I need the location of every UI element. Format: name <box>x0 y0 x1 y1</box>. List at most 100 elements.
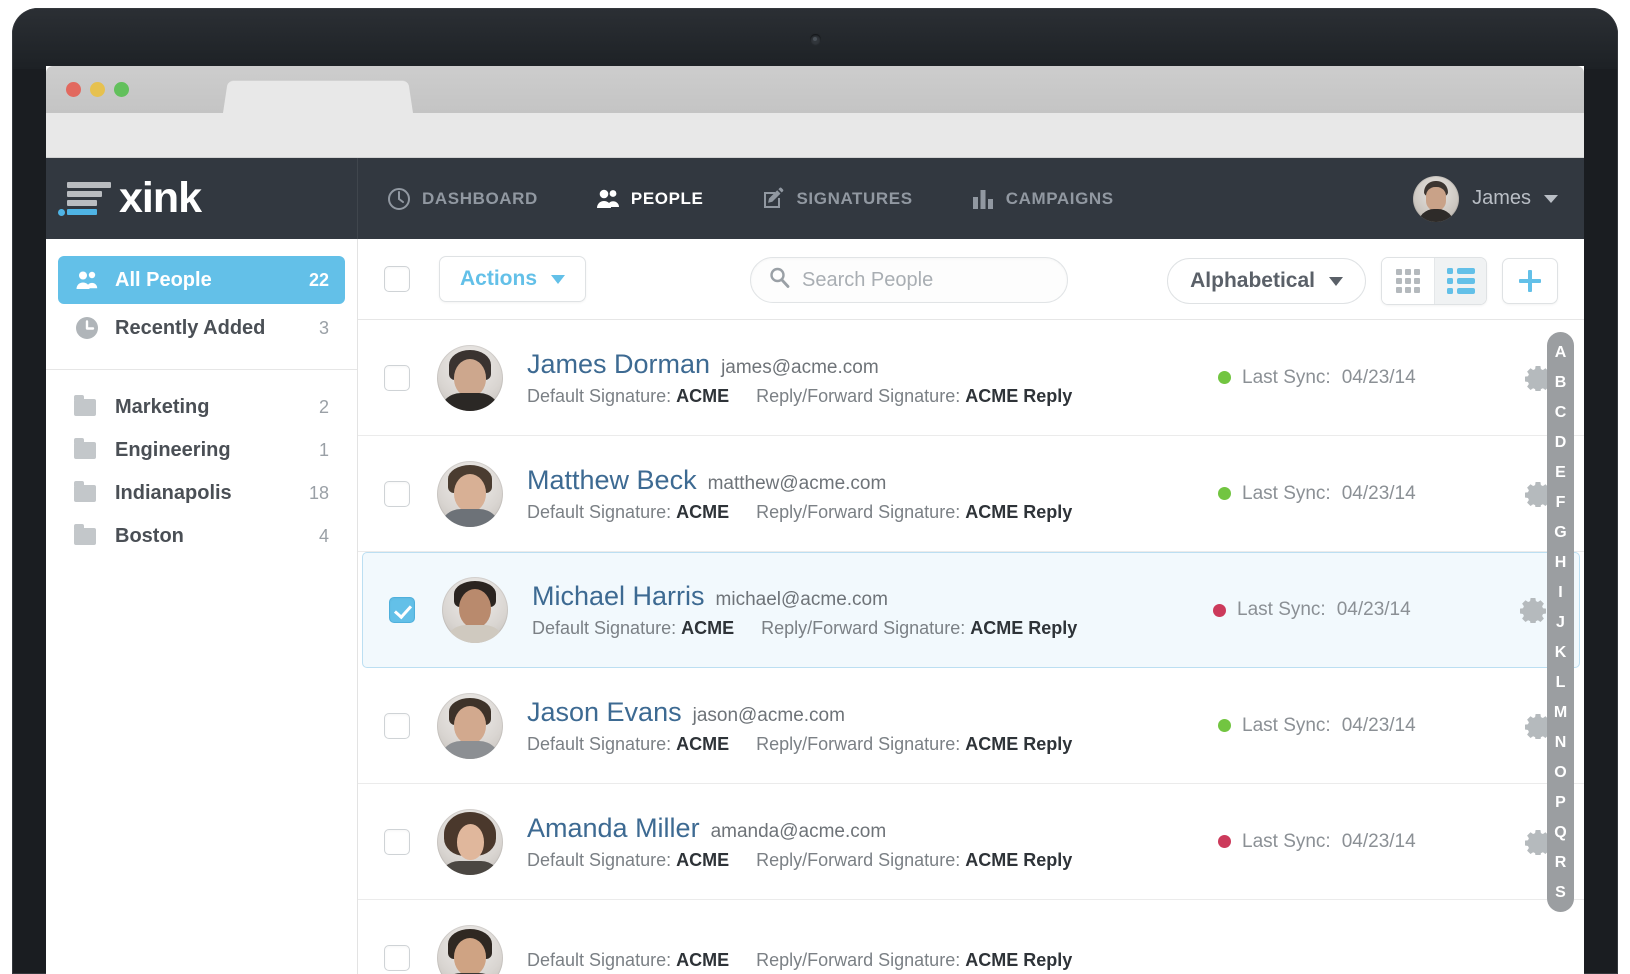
alpha-letter-s[interactable]: S <box>1555 878 1566 908</box>
actions-label: Actions <box>460 267 538 290</box>
sort-dropdown[interactable]: Alphabetical <box>1167 258 1366 304</box>
last-sync-value: 04/23/14 <box>1341 830 1416 852</box>
default-signature-field: Default Signature: ACME <box>527 734 729 755</box>
person-name: Amanda Miller <box>527 812 700 843</box>
row-checkbox[interactable] <box>384 944 410 971</box>
row-checkbox[interactable] <box>384 480 410 507</box>
last-sync-label: Last Sync: <box>1237 599 1326 620</box>
minimize-window-button[interactable] <box>90 82 105 97</box>
default-signature-field: Default Signature: ACME <box>527 850 729 871</box>
alpha-letter-q[interactable]: Q <box>1554 818 1566 848</box>
maximize-window-button[interactable] <box>114 82 129 97</box>
table-row[interactable]: Matthew Beck matthew@acme.com Default Si… <box>358 436 1584 552</box>
folder-icon <box>74 438 100 459</box>
row-checkbox[interactable] <box>384 828 410 855</box>
nav-label-campaigns: CAMPAIGNS <box>1005 188 1114 208</box>
folder-icon <box>74 395 100 416</box>
pencil-square-icon <box>761 187 785 211</box>
alpha-letter-l[interactable]: L <box>1556 668 1566 698</box>
status-dot-icon <box>1218 835 1231 848</box>
default-signature-value: ACME <box>681 618 735 638</box>
user-name: James <box>1472 187 1531 209</box>
browser-tab[interactable] <box>223 80 413 113</box>
alphabet-scrollbar[interactable]: A B C D E F G H I J K L M N O P Q R S <box>1547 332 1574 912</box>
alpha-letter-p[interactable]: P <box>1555 788 1566 818</box>
reply-signature-label: Reply/Forward Signature: <box>756 733 961 754</box>
nav-item-people[interactable]: PEOPLE <box>567 158 733 239</box>
default-signature-label: Default Signature: <box>532 618 677 638</box>
alpha-letter-k[interactable]: K <box>1555 638 1567 668</box>
people-list: James Dorman james@acme.com Default Sign… <box>358 320 1584 974</box>
grid-view-button[interactable] <box>1382 258 1434 304</box>
select-all-checkbox[interactable] <box>384 266 410 292</box>
row-checkbox[interactable] <box>384 364 410 391</box>
brand-logo[interactable]: xink <box>46 158 358 239</box>
person-name: James Dorman <box>527 348 711 379</box>
reply-signature-label: Reply/Forward Signature: <box>756 849 961 870</box>
view-controls: Alphabetical <box>1167 257 1558 305</box>
user-menu[interactable]: James <box>1413 158 1558 239</box>
table-row[interactable]: James Dorman james@acme.com Default Sign… <box>358 320 1584 436</box>
alpha-letter-f[interactable]: F <box>1556 488 1566 518</box>
list-toolbar: Actions Alphabetical <box>358 239 1584 320</box>
reply-signature-field: Reply/Forward Signature: ACME Reply <box>756 386 1072 407</box>
alpha-letter-c[interactable]: C <box>1555 398 1567 428</box>
plus-icon <box>1519 270 1541 292</box>
alpha-letter-h[interactable]: H <box>1555 548 1567 578</box>
sidebar-folder-boston[interactable]: Boston 4 <box>58 515 345 558</box>
alpha-letter-m[interactable]: M <box>1554 698 1567 728</box>
table-row[interactable]: Jason Evans jason@acme.com Default Signa… <box>358 668 1584 784</box>
default-signature-field: Default Signature: ACME <box>532 618 734 639</box>
nav-item-dashboard[interactable]: DASHBOARD <box>358 158 567 239</box>
table-row[interactable]: Default Signature: ACME Reply/Forward Si… <box>358 900 1584 974</box>
add-person-button[interactable] <box>1502 258 1558 304</box>
alpha-letter-b[interactable]: B <box>1555 368 1567 398</box>
table-row[interactable]: Amanda Miller amanda@acme.com Default Si… <box>358 784 1584 900</box>
alpha-letter-r[interactable]: R <box>1555 848 1567 878</box>
person-info: Matthew Beck matthew@acme.com Default Si… <box>527 465 1208 523</box>
nav-item-campaigns[interactable]: CAMPAIGNS <box>942 158 1143 239</box>
alpha-letter-n[interactable]: N <box>1555 728 1567 758</box>
person-info: Amanda Miller amanda@acme.com Default Si… <box>527 813 1208 871</box>
status-badge: Last Sync: 04/23/14 <box>1213 599 1513 621</box>
list-view-button[interactable] <box>1434 258 1486 304</box>
sidebar-folder-indianapolis[interactable]: Indianapolis 18 <box>58 472 345 515</box>
status-badge: Last Sync: 04/23/14 <box>1218 831 1518 853</box>
alpha-letter-o[interactable]: O <box>1554 758 1566 788</box>
search-icon <box>769 267 790 293</box>
search-box[interactable] <box>750 257 1068 303</box>
person-email: michael@acme.com <box>715 589 888 610</box>
alpha-letter-a[interactable]: A <box>1555 338 1567 368</box>
reply-signature-value: ACME Reply <box>965 950 1073 970</box>
nav-label-people: PEOPLE <box>630 188 704 208</box>
actions-button[interactable]: Actions <box>439 256 587 302</box>
sidebar-item-all-people[interactable]: All People 22 <box>58 256 345 304</box>
person-name: Michael Harris <box>532 581 705 611</box>
window-controls <box>66 82 129 97</box>
avatar <box>437 344 503 411</box>
reply-signature-field: Reply/Forward Signature: ACME Reply <box>756 850 1072 871</box>
last-sync-value: 04/23/14 <box>1341 482 1416 504</box>
sidebar-folder-engineering[interactable]: Engineering 1 <box>58 429 345 472</box>
default-signature-value: ACME <box>676 385 730 406</box>
row-checkbox[interactable] <box>389 597 415 623</box>
alpha-letter-i[interactable]: I <box>1558 578 1562 608</box>
nav-item-signatures[interactable]: SIGNATURES <box>732 158 941 239</box>
row-checkbox[interactable] <box>384 712 410 739</box>
sidebar-folder-marketing[interactable]: Marketing 2 <box>58 386 345 429</box>
person-email: james@acme.com <box>721 356 879 378</box>
people-icon <box>74 270 100 290</box>
default-signature-field: Default Signature: ACME <box>527 950 729 971</box>
alpha-letter-e[interactable]: E <box>1555 458 1566 488</box>
status-badge: Last Sync: 04/23/14 <box>1218 483 1518 505</box>
last-sync-label: Last Sync: <box>1242 482 1331 504</box>
sidebar: All People 22 Recently Added 3 Marketing… <box>46 239 358 974</box>
close-window-button[interactable] <box>66 82 81 97</box>
sidebar-item-recently-added[interactable]: Recently Added 3 <box>58 304 345 352</box>
table-row[interactable]: Michael Harris michael@acme.com Default … <box>362 552 1580 668</box>
search-input[interactable] <box>802 268 1049 292</box>
person-info: Default Signature: ACME Reply/Forward Si… <box>527 944 1208 971</box>
alpha-letter-d[interactable]: D <box>1555 428 1567 458</box>
alpha-letter-j[interactable]: J <box>1556 608 1565 638</box>
alpha-letter-g[interactable]: G <box>1554 518 1566 548</box>
